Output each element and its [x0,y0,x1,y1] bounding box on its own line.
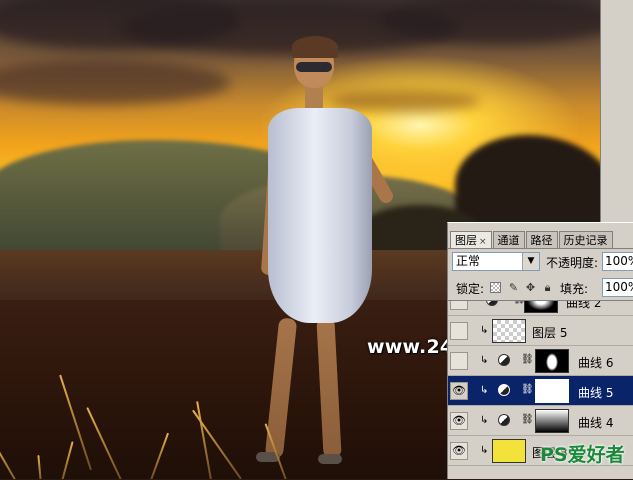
blend-mode-select[interactable]: 正常 ▼ [452,252,540,271]
tab-paths[interactable]: 路径 [525,231,558,248]
white-dress [268,108,372,323]
chevron-down-icon[interactable]: ▼ [522,253,539,270]
lock-brush-icon[interactable]: ✎ [508,282,519,293]
layer-mask-thumbnail[interactable] [535,379,569,403]
eye-icon[interactable]: 👁︎ [450,442,468,460]
adjustment-icon [498,414,510,426]
lock-row: 锁定: ✎ ✥ 🔒︎ 填充: 100% [452,278,633,298]
opacity-label: 不透明度: [546,256,599,270]
lock-move-icon[interactable]: ✥ [525,282,536,293]
adjustment-icon [498,384,510,396]
adjustment-icon [498,354,510,366]
tab-channels[interactable]: 通道 [492,231,525,248]
layer-mask-thumbnail[interactable] [535,409,569,433]
leg [316,317,342,459]
visibility-toggle[interactable] [450,301,468,310]
clip-arrow-icon: ↳ [480,445,489,456]
clip-arrow-icon: ↳ [480,355,489,366]
logo-text: PS爱好者 [540,444,625,466]
blend-row: 正常 ▼ 不透明度: 100% [452,252,633,272]
layer-row[interactable]: 👁︎ ↳ ⛓ 曲线 4 [448,406,633,436]
layer-mask-thumbnail[interactable] [524,301,558,313]
lock-all-icon[interactable]: 🔒︎ [542,282,553,293]
layer-name: 曲线 5 [578,386,614,400]
layer-row[interactable]: ⛓ 曲线 2 [448,301,633,316]
eye-icon[interactable]: 👁︎ [450,412,468,430]
shoe [318,454,342,464]
fill-input[interactable]: 100% [602,278,633,297]
fill-label: 填充: [560,282,589,296]
link-icon: ⛓ [521,354,534,365]
layer-name: 图层 5 [532,326,568,340]
adjustment-icon [486,301,498,306]
divider [448,248,633,249]
blend-mode-value: 正常 [456,254,481,268]
opacity-input[interactable]: 100% [602,252,633,271]
tab-label: 图层 [455,234,477,247]
eye-icon[interactable]: 👁︎ [450,382,468,400]
clip-arrow-icon: ↳ [480,415,489,426]
layer-row[interactable]: ↳ 图层 5 [448,316,633,346]
layer-thumbnail[interactable] [492,439,526,463]
layer-name: 曲线 2 [566,301,602,310]
sunglasses [296,62,332,72]
site-logo: PS爱好者 [540,438,633,470]
layer-name: 曲线 6 [578,356,614,370]
lock-transparency-icon[interactable] [490,282,501,293]
hair [292,36,338,58]
layer-name: 曲线 4 [578,416,614,430]
link-icon: ⛓ [521,384,534,395]
link-icon: ⛓ [521,414,534,425]
layer-row-selected[interactable]: 👁︎ ↳ ⛓ 曲线 5 [448,376,633,406]
layer-thumbnail[interactable] [492,319,526,343]
clip-arrow-icon: ↳ [480,325,489,336]
layer-row[interactable]: ↳ ⛓ 曲线 6 [448,346,633,376]
clip-arrow-icon: ↳ [480,385,489,396]
tab-history[interactable]: 历史记录 [558,231,613,248]
visibility-toggle[interactable] [450,352,468,370]
tab-layers[interactable]: 图层 × [450,231,492,249]
canvas-scrollbar-area[interactable] [600,0,633,222]
visibility-toggle[interactable] [450,322,468,340]
panel-tabs: 图层 × 通道 路径 历史记录 [450,231,614,249]
layer-mask-thumbnail[interactable] [535,349,569,373]
lock-label: 锁定: [456,282,485,296]
close-icon[interactable]: × [479,237,487,247]
layers-panel: 图层× 通道 路径 历史记录 正常 ▼ 不透明度: 100% 锁定: ✎ ✥ 🔒… [447,222,633,479]
